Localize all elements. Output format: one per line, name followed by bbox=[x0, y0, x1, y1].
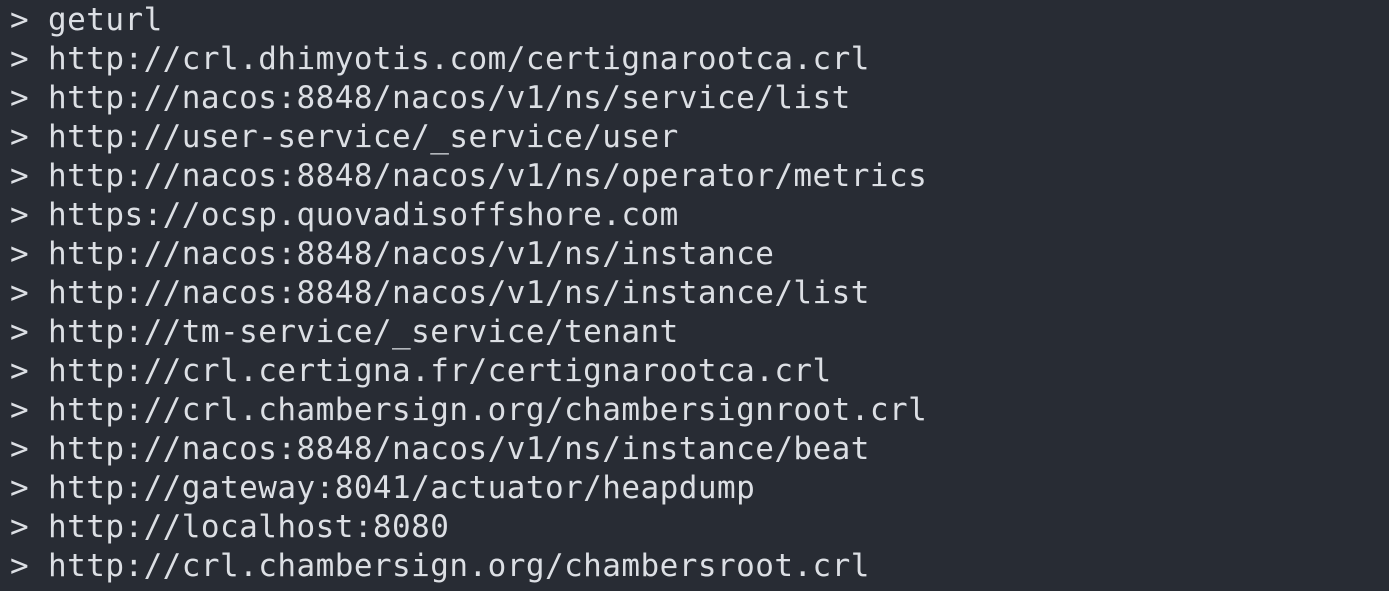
prompt-symbol: > bbox=[10, 314, 30, 350]
prompt-symbol: > bbox=[10, 275, 30, 311]
prompt-symbol: > bbox=[10, 158, 30, 194]
line-text: http://user-service/_service/user bbox=[48, 119, 679, 155]
line-text: http://gateway:8041/actuator/heapdump bbox=[48, 470, 756, 506]
terminal-line: > http://nacos:8848/nacos/v1/ns/service/l… bbox=[0, 79, 1389, 118]
prompt-symbol: > bbox=[10, 119, 30, 155]
prompt-symbol: > bbox=[10, 41, 30, 77]
terminal-line: > http://nacos:8848/nacos/v1/ns/instance/… bbox=[0, 430, 1389, 469]
line-text: https://ocsp.quovadisoffshore.com bbox=[48, 197, 679, 233]
prompt-symbol: > bbox=[10, 470, 30, 506]
line-text: http://localhost:8080 bbox=[48, 509, 450, 545]
terminal-line: > https://ocsp.quovadisoffshore.com bbox=[0, 196, 1389, 235]
line-text: http://nacos:8848/nacos/v1/ns/service/li… bbox=[48, 80, 851, 116]
terminal-line: > http://crl.chambersign.org/chambersignr… bbox=[0, 391, 1389, 430]
prompt-symbol: > bbox=[10, 197, 30, 233]
line-text: http://nacos:8848/nacos/v1/ns/instance/b… bbox=[48, 431, 870, 467]
line-text: http://crl.chambersign.org/chambersignro… bbox=[48, 392, 928, 428]
line-text: http://crl.dhimyotis.com/certignarootca.… bbox=[48, 41, 870, 77]
terminal-line: > http://tm-service/_service/tenant bbox=[0, 313, 1389, 352]
line-text: http://nacos:8848/nacos/v1/ns/operator/m… bbox=[48, 158, 928, 194]
line-text: http://nacos:8848/nacos/v1/ns/instance bbox=[48, 236, 775, 272]
prompt-symbol: > bbox=[10, 392, 30, 428]
line-text: http://crl.chambersign.org/chambersroot.… bbox=[48, 548, 870, 584]
line-text: http://nacos:8848/nacos/v1/ns/instance/l… bbox=[48, 275, 870, 311]
prompt-symbol: > bbox=[10, 80, 30, 116]
terminal-line: > http://nacos:8848/nacos/v1/ns/instance bbox=[0, 235, 1389, 274]
prompt-symbol: > bbox=[10, 548, 30, 584]
line-text: geturl bbox=[48, 2, 163, 38]
terminal-line: > http://gateway:8041/actuator/heapdump bbox=[0, 469, 1389, 508]
terminal-line: > http://crl.dhimyotis.com/certignarootca… bbox=[0, 40, 1389, 79]
terminal-line: > http://crl.certigna.fr/certignarootca.c… bbox=[0, 352, 1389, 391]
terminal-line: > http://localhost:8080 bbox=[0, 508, 1389, 547]
prompt-symbol: > bbox=[10, 2, 30, 38]
terminal-line: > geturl bbox=[0, 1, 1389, 40]
prompt-symbol: > bbox=[10, 353, 30, 389]
line-text: http://tm-service/_service/tenant bbox=[48, 314, 679, 350]
prompt-symbol: > bbox=[10, 236, 30, 272]
terminal-line: > http://nacos:8848/nacos/v1/ns/operator/… bbox=[0, 157, 1389, 196]
prompt-symbol: > bbox=[10, 509, 30, 545]
terminal-line: > http://user-service/_service/user bbox=[0, 118, 1389, 157]
terminal-output[interactable]: > geturl > http://crl.dhimyotis.com/certig… bbox=[0, 0, 1389, 591]
terminal-line: > http://nacos:8848/nacos/v1/ns/instance/… bbox=[0, 274, 1389, 313]
line-text: http://crl.certigna.fr/certignarootca.cr… bbox=[48, 353, 832, 389]
prompt-symbol: > bbox=[10, 431, 30, 467]
terminal-line: > http://crl.chambersign.org/chambersroot… bbox=[0, 547, 1389, 586]
